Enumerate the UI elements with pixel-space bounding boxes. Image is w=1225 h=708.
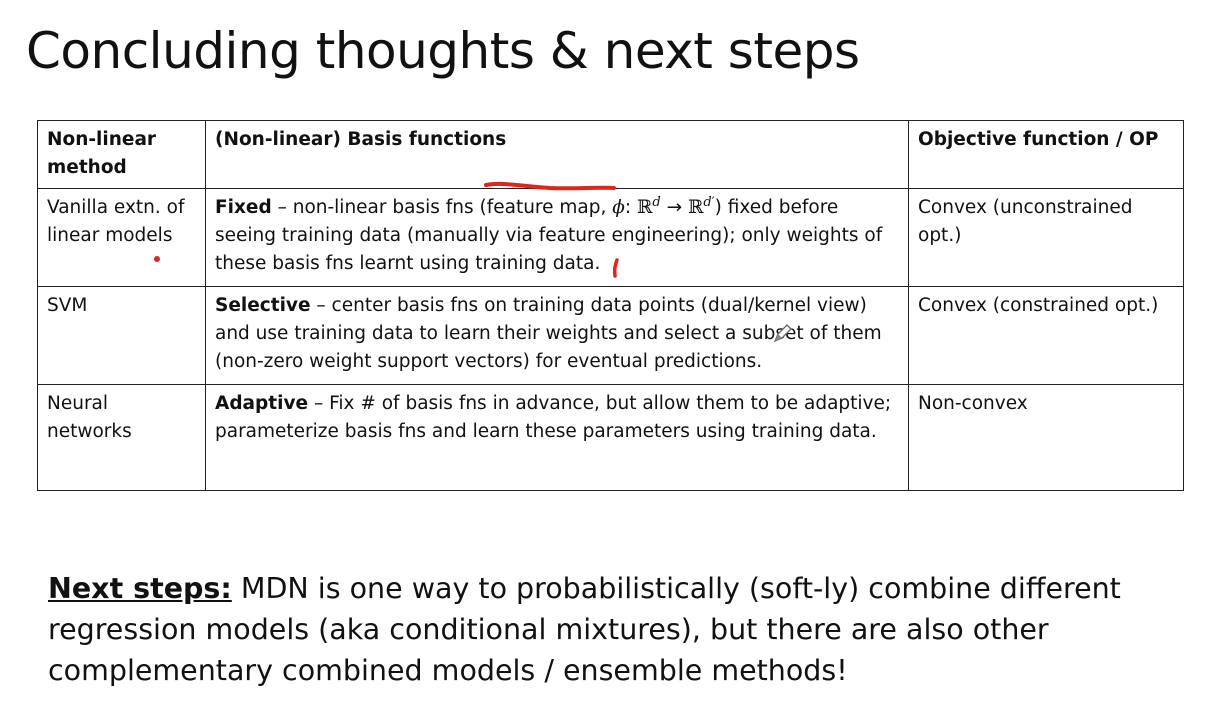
method-cell: SVM [37, 286, 206, 385]
objective-cell: Non-convex [908, 384, 1184, 491]
basis-text: – center basis fns on training data poin… [215, 295, 882, 372]
objective-cell: Convex (constrained opt.) [908, 286, 1184, 385]
table-row: Neural networks Adaptive – Fix # of basi… [37, 384, 1184, 491]
basis-text-pre: – non-linear basis fns (feature map, [271, 197, 613, 218]
math-dim-d: d [652, 194, 661, 210]
header-objective: Objective function / OP [908, 120, 1184, 189]
basis-cell: Selective – center basis fns on training… [205, 286, 909, 385]
table-row: SVM Selective – center basis fns on trai… [37, 286, 1184, 385]
math-dim-d-prime: d′ [703, 194, 715, 210]
basis-lead: Selective [215, 295, 311, 316]
header-basis-functions: (Non-linear) Basis functions [205, 120, 909, 189]
page-title: Concluding thoughts & next steps [26, 22, 860, 80]
math-arrow: → [660, 197, 688, 218]
basis-cell: Fixed – non-linear basis fns (feature ma… [205, 188, 909, 287]
method-cell: Vanilla extn. of linear models [37, 188, 206, 287]
basis-cell: Adaptive – Fix # of basis fns in advance… [205, 384, 909, 491]
math-phi: ϕ [612, 197, 625, 218]
header-method: Non-linear method [37, 120, 206, 189]
next-steps-paragraph: Next steps: MDN is one way to probabilis… [48, 568, 1168, 691]
table-row: Vanilla extn. of linear models Fixed – n… [37, 188, 1184, 287]
math-reals-2: ℝ [687, 197, 704, 218]
objective-cell: Convex (unconstrained opt.) [908, 188, 1184, 287]
comparison-table: Non-linear method (Non-linear) Basis fun… [37, 120, 1184, 491]
method-cell: Neural networks [37, 384, 206, 491]
basis-lead: Adaptive [215, 393, 309, 414]
basis-lead: Fixed [215, 197, 272, 218]
math-colon: : [624, 197, 638, 218]
table-header-row: Non-linear method (Non-linear) Basis fun… [37, 120, 1184, 189]
math-reals-1: ℝ [637, 197, 653, 218]
basis-text: – Fix # of basis fns in advance, but all… [215, 393, 892, 442]
next-steps-label: Next steps: [48, 572, 232, 605]
